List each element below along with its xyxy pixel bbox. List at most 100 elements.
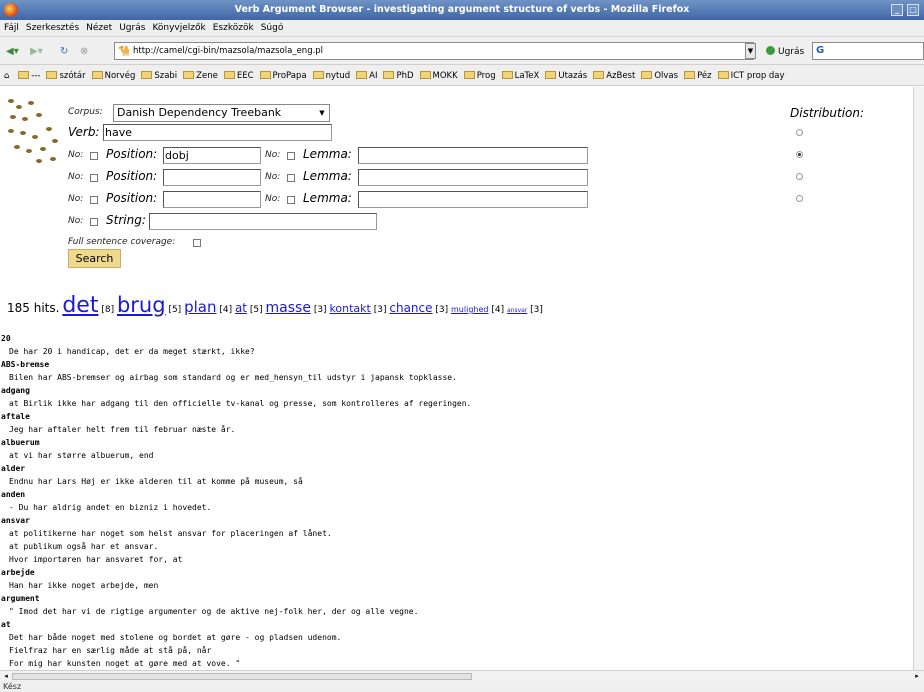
menu-edit[interactable]: Szerkesztés <box>22 20 82 33</box>
distribution-radio-2[interactable] <box>796 151 803 158</box>
scroll-left-icon[interactable]: ◂ <box>1 672 11 681</box>
row2-position-input[interactable] <box>163 169 261 186</box>
string-input[interactable] <box>149 213 377 230</box>
row3-lemma-no-checkbox[interactable] <box>287 196 295 204</box>
bookmark-label: AzBest <box>606 71 636 81</box>
result-sentence: Hvor importøren har ansvaret for, at <box>9 555 183 564</box>
string-no-label: No: <box>68 216 84 226</box>
bookmark-item[interactable]: Olvas <box>641 71 678 81</box>
row1-position-input[interactable]: dobj <box>163 147 261 164</box>
hit-link[interactable]: plan <box>184 298 216 316</box>
maximize-icon[interactable]: □ <box>907 4 919 16</box>
row3-no-label: No: <box>68 194 84 204</box>
window-titlebar: Verb Argument Browser - investigating ar… <box>0 0 924 20</box>
home-icon[interactable]: ⌂ <box>4 71 9 81</box>
hit-link[interactable]: masse <box>266 300 311 316</box>
folder-icon <box>383 71 395 79</box>
row2-lemma-input[interactable] <box>358 169 588 186</box>
bookmark-item[interactable]: EEC <box>223 71 254 81</box>
menu-view[interactable]: Nézet <box>82 20 115 33</box>
bookmark-item[interactable]: MOKK <box>419 71 458 81</box>
hit-link[interactable]: ansvar <box>507 307 527 314</box>
search-engine-field[interactable]: G <box>812 42 924 60</box>
hit-link[interactable]: chance <box>389 301 432 315</box>
folder-icon <box>259 71 271 79</box>
coverage-checkbox[interactable] <box>193 239 201 247</box>
menu-file[interactable]: Fájl <box>0 20 22 33</box>
bookmark-item[interactable]: nytud <box>312 71 350 81</box>
hit-link[interactable]: mulighed <box>451 305 488 314</box>
forward-icon[interactable]: ▶▾ <box>30 46 43 57</box>
back-icon[interactable]: ◀▾ <box>6 46 19 57</box>
search-button[interactable]: Search <box>68 249 121 268</box>
row3-lemma-label: Lemma: <box>303 191 352 205</box>
hit-link[interactable]: at <box>235 301 247 315</box>
hit-link[interactable]: kontakt <box>329 302 370 315</box>
scroll-thumb[interactable] <box>12 673 472 680</box>
folder-icon <box>419 71 431 79</box>
corpus-select[interactable]: Danish Dependency Treebank ▼ <box>113 104 330 122</box>
go-button[interactable]: Ugrás <box>766 46 804 57</box>
bookmark-item[interactable]: szótár <box>46 71 86 81</box>
hit-count: [8] <box>101 305 115 315</box>
result-sentence: For mig har kunsten noget at gøre med at… <box>9 659 241 668</box>
bookmark-item[interactable]: Norvég <box>91 71 135 81</box>
bookmark-label: Olvas <box>654 71 679 81</box>
hit-link[interactable]: det <box>62 293 98 318</box>
bookmark-item[interactable]: LaTeX <box>501 71 539 81</box>
results-list: 20 De har 20 i handicap, det er da meget … <box>0 332 913 670</box>
row2-no-label: No: <box>68 172 84 182</box>
result-word: albuerum <box>1 438 40 447</box>
stop-icon[interactable]: ⊗ <box>80 46 88 57</box>
hits-summary: 185 hits. det [8] brug [5] plan [4] at [… <box>7 293 543 318</box>
reload-icon[interactable]: ↻ <box>60 46 68 57</box>
url-text: http://camel/cgi-bin/mazsola/mazsola_eng… <box>133 46 324 56</box>
vertical-scrollbar[interactable] <box>913 87 924 670</box>
row1-lemma-input[interactable] <box>358 147 588 164</box>
bookmark-item[interactable]: Utazás <box>545 71 587 81</box>
menu-tools[interactable]: Eszközök <box>209 20 257 33</box>
horizontal-scrollbar[interactable]: ◂ ▸ <box>0 670 924 681</box>
folder-icon <box>91 71 103 79</box>
distribution-radio-3[interactable] <box>796 173 803 180</box>
url-dropdown-icon[interactable]: ▼ <box>745 43 756 59</box>
result-sentence: Det har både noget med stolene og bordet… <box>9 633 342 642</box>
scroll-right-icon[interactable]: ▸ <box>912 672 922 681</box>
bookmark-item[interactable]: Prog <box>463 71 496 81</box>
bookmark-item[interactable]: AI <box>356 71 377 81</box>
bookmark-item[interactable]: ProPapa <box>259 71 307 81</box>
row2-lemma-no-checkbox[interactable] <box>287 174 295 182</box>
url-field[interactable]: 🐪 http://camel/cgi-bin/mazsola/mazsola_e… <box>114 42 754 60</box>
hit-link[interactable]: brug <box>117 293 166 317</box>
row2-no-checkbox[interactable] <box>90 174 98 182</box>
verb-input[interactable]: have <box>103 124 332 141</box>
hit-count: [5] <box>168 305 182 315</box>
row3-position-input[interactable] <box>163 191 261 208</box>
row2-lemma-label: Lemma: <box>303 169 352 183</box>
distribution-radio-1[interactable] <box>796 129 803 136</box>
hit-count: [3] <box>435 305 449 315</box>
bookmark-item[interactable]: AzBest <box>593 71 635 81</box>
search-engine-icon: G <box>816 45 825 56</box>
bookmark-item[interactable]: PhD <box>383 71 414 81</box>
bookmark-item[interactable]: --- <box>18 71 40 81</box>
menu-go[interactable]: Ugrás <box>115 20 148 33</box>
result-sentence: Bilen har ABS-bremser og airbag som stan… <box>9 373 457 382</box>
bookmark-item[interactable]: Szabi <box>141 71 177 81</box>
folder-icon <box>183 71 195 79</box>
row1-lemma-no-checkbox[interactable] <box>287 152 295 160</box>
bookmark-item[interactable]: ICT prop day <box>717 71 785 81</box>
menu-bookmarks[interactable]: Könyvjelzők <box>148 20 208 33</box>
bookmark-item[interactable]: Péz <box>684 71 712 81</box>
row1-no-checkbox[interactable] <box>90 152 98 160</box>
menu-help[interactable]: Súgó <box>257 20 287 33</box>
row3-no-checkbox[interactable] <box>90 196 98 204</box>
bookmark-item[interactable]: Zene <box>183 71 218 81</box>
distribution-radio-4[interactable] <box>796 195 803 202</box>
string-no-checkbox[interactable] <box>90 218 98 226</box>
result-word: at <box>1 620 11 629</box>
result-word: adgang <box>1 386 30 395</box>
result-sentence: Han har ikke noget arbejde, men <box>9 581 159 590</box>
row3-lemma-input[interactable] <box>358 191 588 208</box>
minimize-icon[interactable]: _ <box>891 4 903 16</box>
